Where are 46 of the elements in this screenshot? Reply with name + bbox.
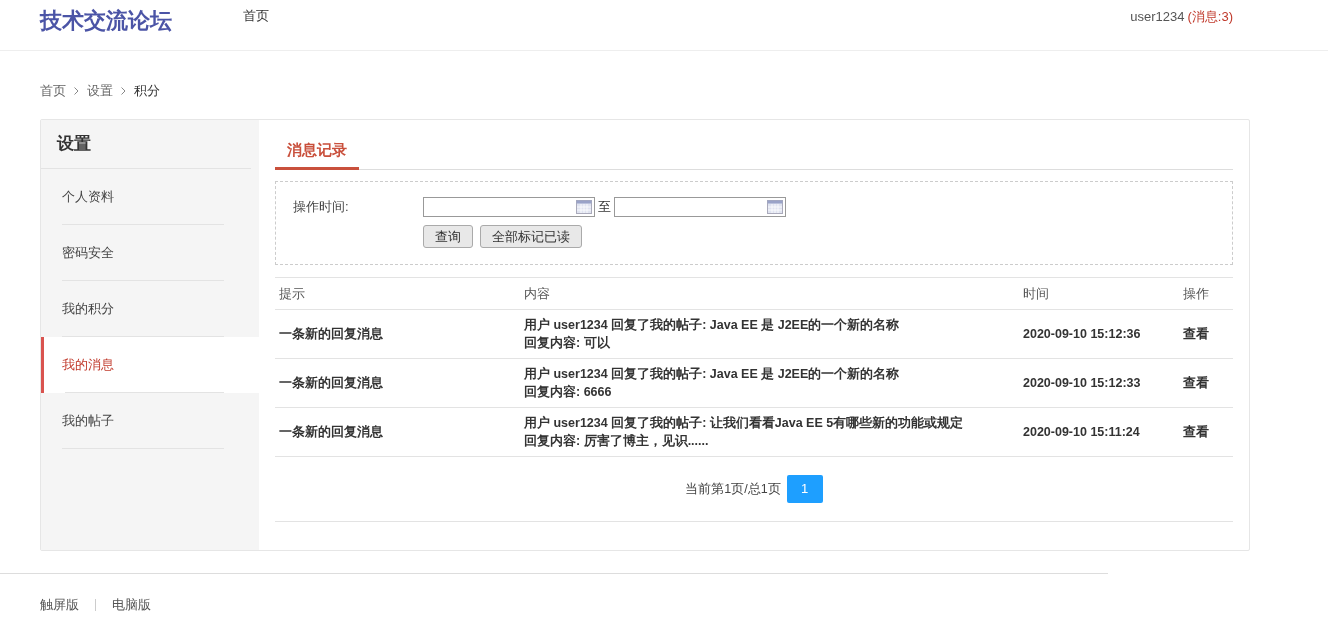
table-cell-text: 2020-09-10 15:11:24 bbox=[1022, 425, 1141, 439]
breadcrumb-item: 积分 bbox=[134, 82, 160, 100]
range-separator: 至 bbox=[598, 198, 611, 216]
sidebar-item[interactable]: 我的积分 bbox=[41, 281, 259, 337]
breadcrumb-item[interactable]: 设置 bbox=[87, 82, 113, 100]
nav-link[interactable]: 首页 bbox=[243, 8, 269, 23]
table-cell-text: 一条新的回复消息 bbox=[278, 423, 384, 441]
column-header: 时间 bbox=[1022, 284, 1050, 303]
chevron-icon bbox=[74, 87, 79, 95]
sidebar-title: 设置 bbox=[41, 120, 251, 169]
table-cell-text: 2020-09-10 15:12:33 bbox=[1022, 376, 1142, 390]
footer-link[interactable]: 电脑版 bbox=[112, 596, 151, 614]
site-logo[interactable]: 技术交流论坛 bbox=[40, 6, 243, 36]
table-cell-text: 用户 user1234 回复了我的帖子: Java EE 是 J2EE的一个新的名称 bbox=[524, 317, 901, 334]
column-header: 提示 bbox=[278, 284, 306, 303]
page-info: 当前第1页/总1页 bbox=[685, 480, 781, 498]
date-field[interactable] bbox=[423, 197, 595, 217]
view-link[interactable]: 查看 bbox=[1183, 326, 1209, 341]
breadcrumb-item[interactable]: 首页 bbox=[40, 82, 66, 100]
column-header: 操作 bbox=[1182, 284, 1210, 303]
view-link[interactable]: 查看 bbox=[1183, 424, 1209, 439]
field-label: 操作时间: bbox=[293, 198, 350, 216]
calendar-icon[interactable] bbox=[576, 200, 592, 214]
column-header: 内容 bbox=[523, 284, 551, 303]
footer-link[interactable]: 触屏版 bbox=[40, 596, 79, 614]
table-cell-text: 回复内容: 6666 bbox=[524, 383, 613, 401]
messages-link[interactable]: (消息:3) bbox=[1187, 9, 1233, 24]
date-field[interactable] bbox=[614, 197, 786, 217]
table-cell-text: 一条新的回复消息 bbox=[278, 374, 384, 392]
table-cell-text: 2020-09-10 15:12:36 bbox=[1022, 327, 1142, 341]
table-cell-text: 用户 user1234 回复了我的帖子: 让我们看看Java EE 5有哪些新的功能或规定 bbox=[524, 415, 965, 432]
view-link[interactable]: 查看 bbox=[1183, 375, 1209, 390]
mark-all-read-button[interactable]: 全部标记已读 bbox=[480, 225, 582, 248]
sidebar-item[interactable]: 我的帖子 bbox=[41, 393, 259, 449]
chevron-icon bbox=[121, 87, 126, 95]
table-cell-text: 回复内容: 可以 bbox=[524, 334, 611, 352]
table-cell-text: 用户 user1234 回复了我的帖子: Java EE 是 J2EE的一个新的名称 bbox=[524, 366, 901, 383]
calendar-icon[interactable] bbox=[767, 200, 783, 214]
query-button[interactable]: 查询 bbox=[423, 225, 473, 248]
table-cell-text: 回复内容: 厉害了博主，见识...... bbox=[524, 432, 710, 450]
sidebar-item[interactable]: 个人资料 bbox=[41, 169, 259, 225]
username-link[interactable]: user1234 bbox=[1130, 9, 1185, 24]
tab[interactable]: 消息记录 bbox=[275, 141, 359, 170]
sidebar-item[interactable]: 密码安全 bbox=[41, 225, 259, 281]
sidebar-item[interactable]: 我的消息 bbox=[41, 337, 259, 393]
table-cell-text: 一条新的回复消息 bbox=[278, 325, 384, 343]
